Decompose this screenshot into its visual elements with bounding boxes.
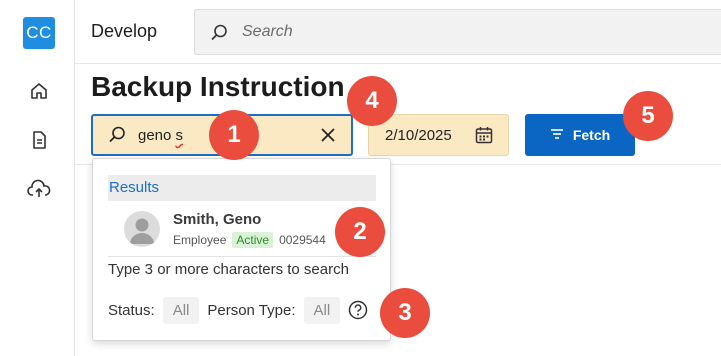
avatar [124, 211, 160, 247]
results-label: Results [109, 179, 160, 196]
app-logo[interactable]: CC [23, 17, 55, 49]
search-icon [209, 23, 229, 48]
date-field[interactable]: 2/10/2025 [368, 114, 509, 156]
callout-marker-4: 4 [347, 76, 397, 126]
result-id: 0029544 [279, 233, 326, 247]
results-header: Results [108, 175, 376, 201]
dropdown-filters: Status: All Person Type: All [108, 296, 368, 324]
person-type-filter-select[interactable]: All [303, 296, 341, 324]
callout-marker-5: 5 [623, 91, 673, 141]
top-bar: Develop Search [75, 0, 721, 64]
search-placeholder: Search [242, 23, 293, 40]
home-icon[interactable] [27, 79, 51, 103]
fetch-label: Fetch [572, 127, 611, 143]
page-title: Backup Instruction [91, 71, 345, 102]
callout-marker-3: 3 [380, 288, 430, 338]
status-filter-select[interactable]: All [162, 296, 200, 324]
result-meta: Employee Active 0029544 [173, 232, 326, 248]
status-filter-label: Status: [108, 301, 155, 319]
person-search-value: geno s [138, 127, 184, 144]
calendar-icon[interactable] [474, 125, 494, 150]
workspace-title: Develop [91, 21, 158, 41]
date-value: 2/10/2025 [385, 127, 452, 144]
callout-marker-2: 2 [335, 207, 385, 257]
fetch-button[interactable]: Fetch [525, 114, 635, 156]
result-name: Smith, Geno [173, 211, 262, 228]
clear-icon[interactable] [319, 126, 337, 149]
search-icon [107, 125, 127, 150]
sidebar: CC [0, 0, 75, 356]
status-badge: Active [232, 232, 274, 248]
help-icon[interactable] [348, 300, 368, 320]
callout-marker-1: 1 [209, 110, 259, 160]
person-type-filter-label: Person Type: [207, 301, 296, 319]
result-person-type: Employee [173, 233, 227, 247]
cloud-upload-icon[interactable] [27, 177, 51, 201]
global-search-input[interactable]: Search [194, 9, 721, 55]
document-icon[interactable] [27, 128, 51, 152]
filter-lines-icon [550, 127, 564, 143]
search-hint: Type 3 or more characters to search [108, 261, 349, 278]
